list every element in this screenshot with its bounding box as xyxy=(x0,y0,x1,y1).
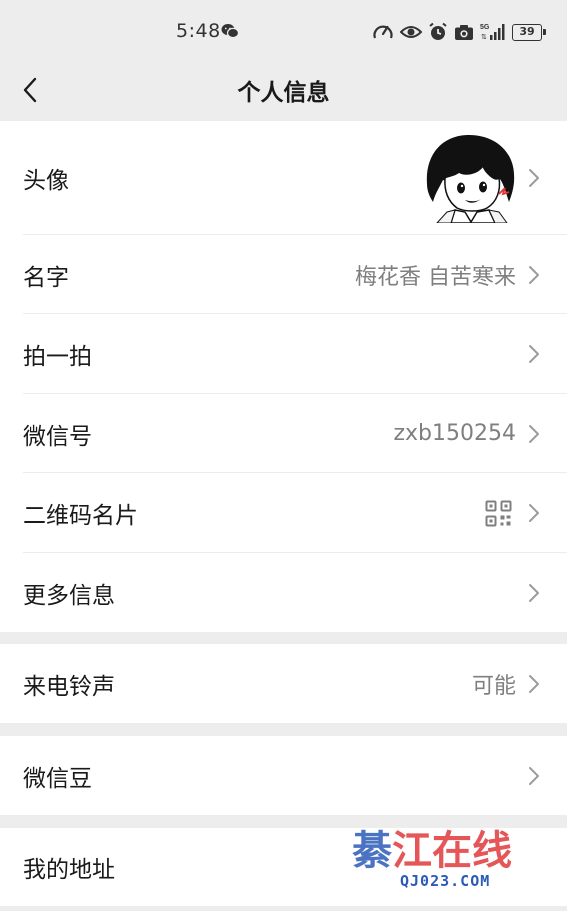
address-label: 我的地址 xyxy=(23,857,115,883)
qr-code-row[interactable]: 二维码名片 xyxy=(0,473,567,553)
beans-label: 微信豆 xyxy=(23,765,92,792)
svg-text:⇅: ⇅ xyxy=(481,34,487,41)
pat-label: 拍一拍 xyxy=(23,344,92,370)
avatar-row[interactable]: 头像 xyxy=(0,121,567,235)
name-value: 梅花香 自苦寒来 xyxy=(355,264,516,290)
chevron-right-icon xyxy=(529,674,539,693)
avatar[interactable] xyxy=(425,132,516,223)
camera-icon xyxy=(454,24,474,41)
status-bar: 5:48 5G ⇅ 39 xyxy=(0,0,567,62)
chevron-right-icon xyxy=(529,424,539,443)
more-info-label: 更多信息 xyxy=(23,582,115,609)
name-row[interactable]: 名字 梅花香 自苦寒来 xyxy=(0,235,567,314)
avatar-label: 头像 xyxy=(23,168,69,194)
ringtone-label: 来电铃声 xyxy=(23,673,115,700)
pat-row[interactable]: 拍一拍 xyxy=(0,314,567,394)
svg-text:5G: 5G xyxy=(480,24,490,31)
watermark-logo: 綦江在线 QJ023.COM xyxy=(352,828,512,890)
name-label: 名字 xyxy=(23,264,69,291)
ringtone-group: 来电铃声 可能 xyxy=(0,644,567,723)
qr-code-icon xyxy=(485,500,512,526)
signal-icon: 5G ⇅ xyxy=(480,22,506,42)
profile-group: 头像 名字 梅花香 自苦寒来 拍一拍 微信号 zxb150254 二维码名片 更… xyxy=(0,121,567,632)
chevron-right-icon xyxy=(529,169,539,187)
nav-bar: 个人信息 xyxy=(0,62,567,120)
beans-group: 微信豆 xyxy=(0,736,567,815)
battery-icon: 39 xyxy=(512,23,546,41)
chevron-right-icon xyxy=(529,766,539,785)
wechat-id-value: zxb150254 xyxy=(393,421,516,446)
ringtone-value: 可能 xyxy=(471,673,516,699)
chevron-right-icon xyxy=(529,345,539,363)
qr-code-label: 二维码名片 xyxy=(23,503,138,529)
beans-row[interactable]: 微信豆 xyxy=(0,736,567,815)
wechat-id-label: 微信号 xyxy=(23,423,92,450)
wechat-id-row[interactable]: 微信号 zxb150254 xyxy=(0,394,567,473)
watermark-url: QJ023.COM xyxy=(400,872,490,890)
chevron-right-icon xyxy=(529,265,539,284)
alarm-icon xyxy=(428,22,448,42)
wechat-icon xyxy=(221,23,240,39)
more-info-row[interactable]: 更多信息 xyxy=(0,553,567,632)
status-time: 5:48 xyxy=(176,20,221,42)
ringtone-row[interactable]: 来电铃声 可能 xyxy=(0,644,567,723)
watermark-title: 綦江在线 xyxy=(352,828,512,874)
page-title: 个人信息 xyxy=(237,80,330,106)
speedometer-icon xyxy=(372,22,394,42)
status-icons: 5G ⇅ 39 xyxy=(372,20,546,44)
chevron-right-icon xyxy=(529,583,539,602)
eye-icon xyxy=(400,24,422,40)
chevron-right-icon xyxy=(529,504,539,522)
